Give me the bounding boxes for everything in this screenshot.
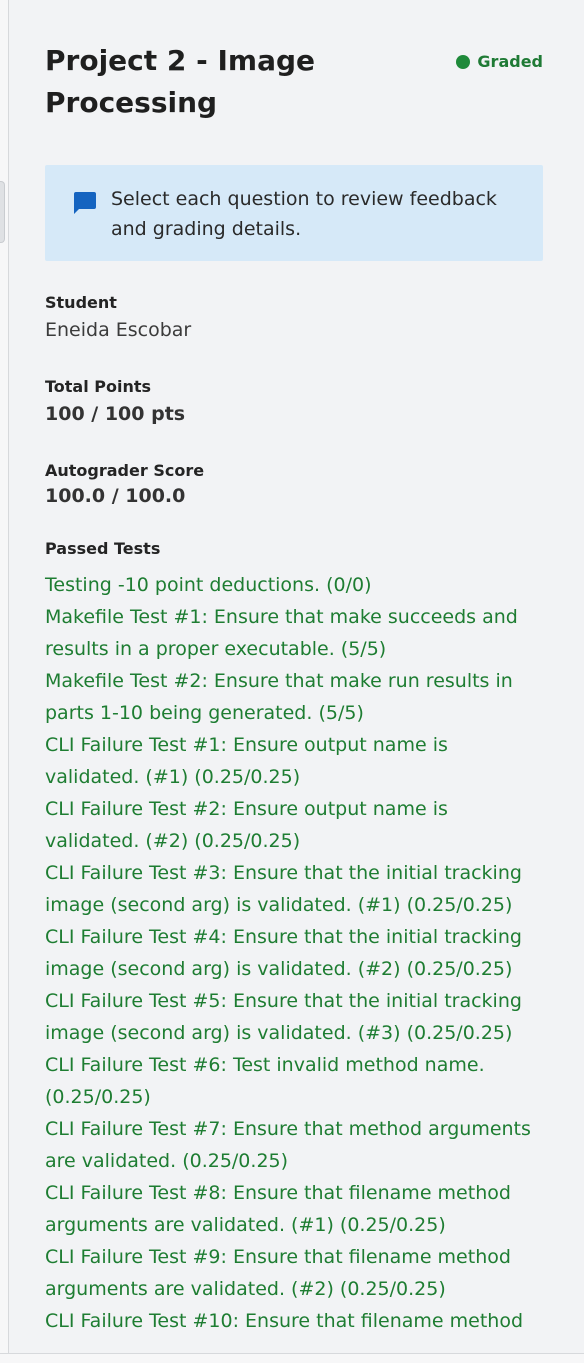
collapse-handle[interactable]	[0, 181, 5, 243]
chat-bubble-icon	[74, 192, 96, 214]
student-label: Student	[45, 293, 117, 312]
passed-test-item: Testing -10 point deductions. (0/0)	[45, 574, 372, 596]
page-title: Project 2 - Image Processing	[45, 44, 316, 119]
autograder-score-label: Autograder Score	[45, 461, 205, 480]
passed-test-item: CLI Failure Test #8: Ensure that filenam…	[45, 1182, 511, 1236]
passed-test-item: CLI Failure Test #9: Ensure that filenam…	[45, 1246, 511, 1300]
passed-test-item: Makefile Test #2: Ensure that make run r…	[45, 670, 513, 724]
passed-test-item: CLI Failure Test #6: Test invalid method…	[45, 1054, 485, 1108]
bottom-border	[0, 1353, 584, 1363]
passed-test-item: Makefile Test #1: Ensure that make succe…	[45, 606, 518, 660]
passed-test-item: CLI Failure Test #3: Ensure that the ini…	[45, 862, 522, 916]
status-badge: Graded	[456, 52, 543, 71]
status-dot-icon	[456, 54, 471, 69]
info-notice: Select each question to review feedback …	[45, 165, 543, 261]
passed-tests-label: Passed Tests	[45, 539, 161, 558]
passed-test-item: CLI Failure Test #1: Ensure output name …	[45, 734, 448, 788]
student-field: Student Eneida Escobar	[45, 291, 543, 345]
total-points-value: 100 / 100 pts	[45, 403, 186, 425]
passed-test-item: CLI Failure Test #5: Ensure that the ini…	[45, 990, 522, 1044]
passed-test-item: CLI Failure Test #4: Ensure that the ini…	[45, 926, 522, 980]
passed-test-item: CLI Failure Test #2: Ensure output name …	[45, 798, 448, 852]
info-text: Select each question to review feedback …	[111, 188, 497, 240]
status-text: Graded	[477, 52, 543, 71]
passed-test-item: CLI Failure Test #7: Ensure that method …	[45, 1118, 531, 1172]
submission-summary: Project 2 - Image Processing Graded Sele…	[45, 40, 543, 1337]
passed-test-item: CLI Failure Test #10: Ensure that filena…	[45, 1310, 524, 1332]
autograder-score-field: Autograder Score 100.0 / 100.0	[45, 459, 543, 509]
student-name: Eneida Escobar	[45, 319, 192, 341]
total-points-label: Total Points	[45, 377, 152, 396]
header: Project 2 - Image Processing Graded	[45, 40, 543, 124]
passed-tests-list: Testing -10 point deductions. (0/0) Make…	[45, 569, 543, 1337]
autograder-score-value: 100.0 / 100.0	[45, 485, 186, 507]
total-points-field: Total Points 100 / 100 pts	[45, 375, 543, 429]
